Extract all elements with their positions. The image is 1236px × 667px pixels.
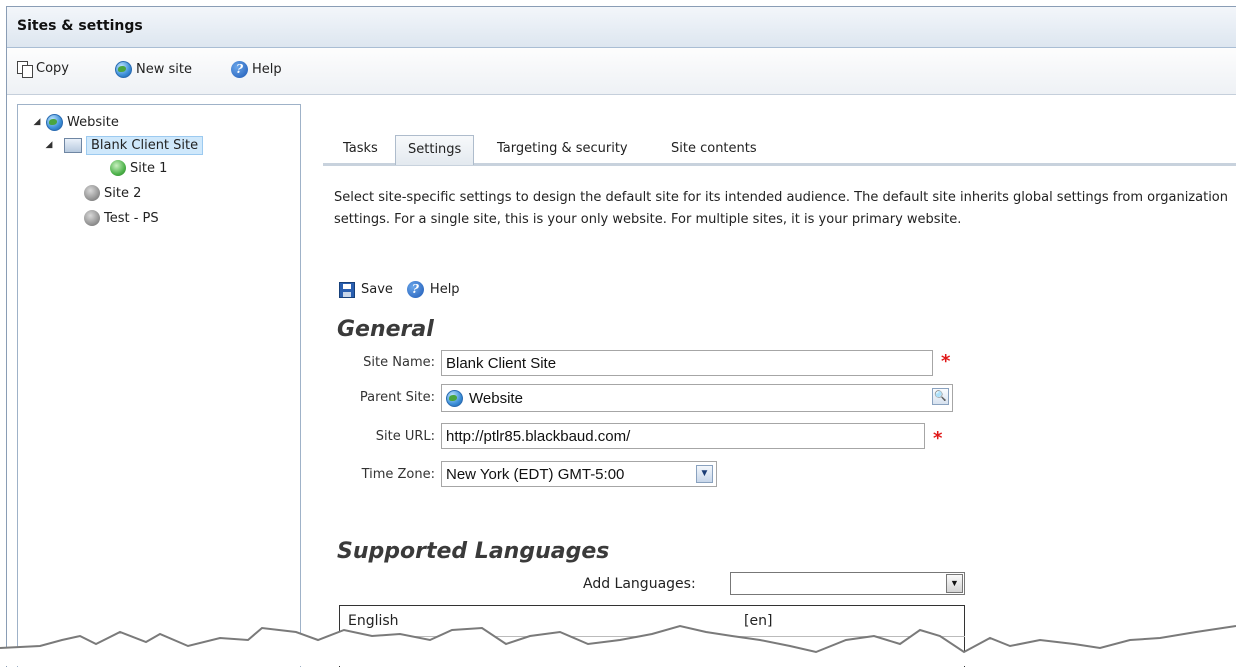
site-url-input[interactable]: http://ptlr85.blackbaud.com/ [441, 423, 925, 449]
globe-icon [446, 390, 463, 407]
window-title: Sites & settings [17, 18, 143, 34]
languages-table: English [en] English (Uni [en-U [339, 605, 965, 667]
language-name: English [340, 606, 737, 637]
help-label: Help [430, 282, 460, 297]
tree-label: Test - PS [104, 211, 159, 226]
time-zone-select[interactable]: New York (EDT) GMT-5:00 ▼ [441, 461, 717, 487]
new-site-button[interactable]: New site [115, 61, 192, 78]
settings-actions: Save ? Help [339, 281, 460, 298]
tree-item-site-1[interactable]: Site 1 [110, 157, 167, 179]
help-icon: ? [407, 281, 424, 298]
chevron-down-icon[interactable]: ▼ [946, 574, 963, 593]
tab-bar: Tasks Settings Targeting & security Site… [323, 135, 1236, 166]
sites-settings-window: Sites & settings Copy New site ? Help ◢ … [6, 6, 1236, 667]
site-gray-icon [84, 210, 100, 226]
tree-label: Site 2 [104, 186, 141, 201]
copy-button[interactable]: Copy [17, 61, 69, 76]
tab-tasks[interactable]: Tasks [331, 135, 390, 163]
expand-triangle-icon[interactable]: ◢ [32, 117, 42, 127]
add-languages-select[interactable]: ▼ [730, 572, 965, 595]
time-zone-label: Time Zone: [317, 467, 435, 482]
tree-item-website[interactable]: ◢ Website [32, 111, 119, 133]
language-code: [en-U [736, 637, 965, 667]
globe-icon [46, 114, 63, 131]
parent-site-label: Parent Site: [317, 390, 435, 405]
parent-site-value: Website [469, 390, 523, 407]
tree-item-test-ps[interactable]: Test - PS [84, 207, 159, 229]
settings-description: Select site-specific settings to design … [334, 187, 1236, 231]
copy-label: Copy [36, 61, 69, 76]
tree-item-site-2[interactable]: Site 2 [84, 182, 141, 204]
tab-targeting-security[interactable]: Targeting & security [485, 135, 640, 163]
settings-help-button[interactable]: ? Help [407, 281, 460, 298]
save-icon [339, 282, 355, 298]
chevron-down-icon[interactable]: ▼ [696, 465, 713, 483]
window-titlebar: Sites & settings [7, 7, 1236, 48]
main-toolbar: Copy New site ? Help [7, 48, 1236, 95]
site-tree: ◢ Website ◢ Blank Client Site Site 1 Sit… [17, 104, 301, 667]
settings-content: Tasks Settings Targeting & security Site… [315, 95, 1236, 667]
copy-icon [17, 61, 32, 76]
tab-site-contents[interactable]: Site contents [659, 135, 769, 163]
site-name-input[interactable]: Blank Client Site [441, 350, 933, 376]
site-page-icon [64, 138, 82, 153]
parent-site-input[interactable]: Website 🔍 [441, 384, 953, 412]
site-gray-icon [84, 185, 100, 201]
general-heading: General [337, 317, 434, 342]
globe-icon [115, 61, 132, 78]
table-row[interactable]: English [en] [340, 606, 965, 637]
language-code: [en] [736, 606, 965, 637]
supported-languages-heading: Supported Languages [337, 539, 609, 564]
time-zone-value: New York (EDT) GMT-5:00 [446, 466, 624, 483]
save-label: Save [361, 282, 393, 297]
site-name-label: Site Name: [317, 355, 435, 370]
save-button[interactable]: Save [339, 281, 393, 298]
toolbar-help-button[interactable]: ? Help [231, 61, 282, 78]
tree-label: Blank Client Site [86, 136, 203, 155]
binoculars-icon[interactable]: 🔍 [932, 388, 949, 405]
required-marker: * [933, 428, 942, 449]
tab-settings[interactable]: Settings [395, 135, 474, 165]
add-languages-label: Add Languages: [583, 576, 696, 592]
tree-item-blank-client-site[interactable]: ◢ Blank Client Site [64, 134, 203, 156]
new-site-label: New site [136, 62, 192, 77]
site-name-value: Blank Client Site [446, 355, 556, 372]
language-name: English (Uni [340, 637, 737, 667]
required-marker: * [941, 351, 950, 372]
site-green-icon [110, 160, 126, 176]
expand-triangle-icon[interactable]: ◢ [44, 140, 54, 150]
help-icon: ? [231, 61, 248, 78]
site-url-label: Site URL: [317, 429, 435, 444]
help-label: Help [252, 62, 282, 77]
site-url-value: http://ptlr85.blackbaud.com/ [446, 428, 630, 445]
tree-label: Site 1 [130, 161, 167, 176]
table-row[interactable]: English (Uni [en-U [340, 637, 965, 667]
tree-label: Website [67, 115, 119, 130]
